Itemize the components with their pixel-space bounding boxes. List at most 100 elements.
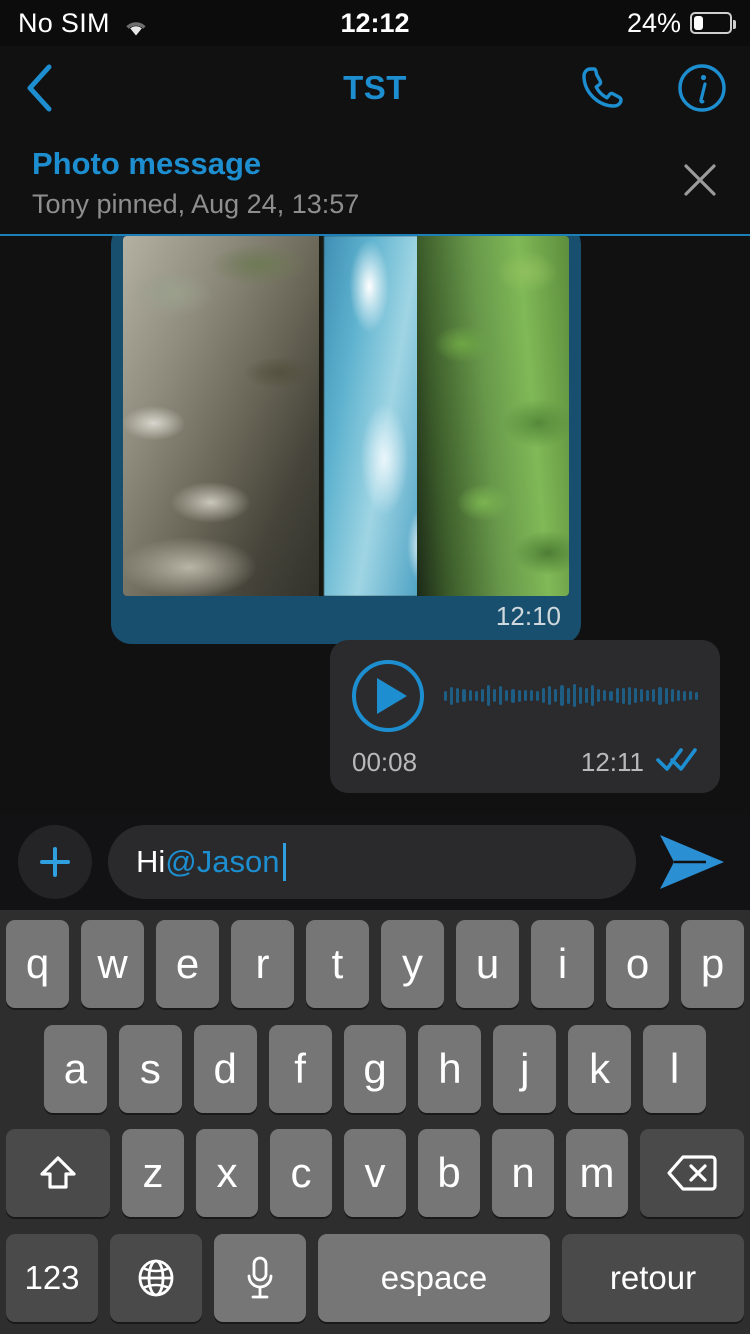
waveform-bar xyxy=(566,687,570,704)
send-icon[interactable] xyxy=(652,825,732,899)
photo-region-rock xyxy=(123,235,342,596)
keyboard-row-1: qwertyuiop xyxy=(6,920,744,1008)
key-j[interactable]: j xyxy=(493,1024,557,1113)
waveform-bar xyxy=(627,686,631,705)
key-i[interactable]: i xyxy=(531,920,594,1008)
key-m[interactable]: m xyxy=(566,1129,628,1218)
waveform-bar xyxy=(523,690,527,702)
key-c[interactable]: c xyxy=(270,1129,332,1218)
waveform-bar xyxy=(591,685,595,706)
photo-region-vegetation xyxy=(417,235,569,596)
key-o[interactable]: o xyxy=(606,920,669,1008)
waveform-bar xyxy=(493,688,497,703)
message-timestamp: 12:10 xyxy=(495,601,561,632)
key-z[interactable]: z xyxy=(122,1129,184,1218)
waveform-bar xyxy=(603,689,607,702)
waveform-bar xyxy=(468,689,472,702)
key-d[interactable]: d xyxy=(193,1024,257,1113)
waveform-bar xyxy=(640,688,644,703)
close-icon[interactable] xyxy=(672,152,728,208)
key-e[interactable]: e xyxy=(156,920,219,1008)
double-check-icon xyxy=(656,746,698,779)
key-p[interactable]: p xyxy=(681,920,744,1008)
pinned-message-banner[interactable]: Photo message Tony pinned, Aug 24, 13:57 xyxy=(0,130,750,236)
key-y[interactable]: y xyxy=(381,920,444,1008)
message-bubble-voice[interactable]: 00:08 12:11 xyxy=(330,639,720,793)
plus-icon[interactable] xyxy=(18,825,92,899)
shift-up-icon[interactable] xyxy=(6,1129,110,1218)
keyboard-row-3-letters: zxcvbnm xyxy=(122,1129,628,1218)
on-screen-keyboard[interactable]: qwertyuiop asdfghjkl zxcvbnm 123 espace … xyxy=(0,910,750,1334)
waveform-bar xyxy=(572,684,576,707)
waveform-bar xyxy=(682,690,686,701)
waveform-bar xyxy=(676,689,680,702)
voice-player xyxy=(352,659,698,732)
key-b[interactable]: b xyxy=(418,1129,480,1218)
pinned-message-title: Photo message xyxy=(32,146,262,181)
phone-icon[interactable] xyxy=(576,62,628,114)
keyboard-row-2: asdfghjkl xyxy=(6,1024,744,1113)
message-input-bar: Hi @Jason xyxy=(0,814,750,910)
waveform-bar xyxy=(444,690,448,701)
wifi-icon xyxy=(122,13,150,35)
key-f[interactable]: f xyxy=(268,1024,332,1113)
waveform-bar xyxy=(621,687,625,704)
key-t[interactable]: t xyxy=(306,920,369,1008)
waveform-bar xyxy=(456,688,460,704)
photo-attachment[interactable] xyxy=(123,235,569,596)
globe-icon[interactable] xyxy=(110,1233,202,1322)
microphone-icon[interactable] xyxy=(214,1233,306,1322)
key-n[interactable]: n xyxy=(492,1129,554,1218)
waveform-bar xyxy=(499,686,503,706)
waveform-bar xyxy=(652,689,656,703)
numbers-key[interactable]: 123 xyxy=(6,1233,98,1322)
play-icon[interactable] xyxy=(352,659,424,732)
voice-meta: 00:08 12:11 xyxy=(352,746,698,779)
space-key[interactable]: espace xyxy=(318,1233,550,1322)
keyboard-row-4: 123 espace retour xyxy=(6,1233,744,1322)
message-input[interactable]: Hi @Jason xyxy=(108,825,636,899)
message-list[interactable]: 12:10 00:08 12:11 xyxy=(0,235,750,814)
nav-bar-actions xyxy=(576,62,728,114)
battery-percent-label: 24% xyxy=(626,7,681,38)
key-a[interactable]: a xyxy=(44,1024,107,1113)
pinned-message-subtitle: Tony pinned, Aug 24, 13:57 xyxy=(32,188,360,219)
key-w[interactable]: w xyxy=(81,920,144,1008)
key-r[interactable]: r xyxy=(231,920,294,1008)
info-circle-icon[interactable] xyxy=(676,62,728,114)
message-timestamp: 12:11 xyxy=(580,746,644,777)
waveform-bar xyxy=(474,690,478,701)
return-key[interactable]: retour xyxy=(562,1233,744,1322)
message-bubble-photo[interactable]: 12:10 xyxy=(111,235,581,644)
key-v[interactable]: v xyxy=(344,1129,406,1218)
input-text-prefix: Hi xyxy=(136,844,166,879)
key-k[interactable]: k xyxy=(568,1024,632,1113)
waveform-bar xyxy=(633,688,637,704)
waveform-bar xyxy=(670,688,674,703)
key-g[interactable]: g xyxy=(343,1024,407,1113)
waveform-bar xyxy=(529,689,533,702)
waveform-bar xyxy=(505,689,509,702)
voice-waveform[interactable] xyxy=(444,679,698,713)
key-l[interactable]: l xyxy=(643,1024,707,1113)
back-button[interactable] xyxy=(22,60,58,116)
waveform-bar xyxy=(689,691,693,701)
status-bar-right: 24% xyxy=(626,7,736,39)
waveform-bar xyxy=(517,689,521,702)
status-bar-left: No SIM xyxy=(18,8,150,39)
key-u[interactable]: u xyxy=(456,920,519,1008)
key-h[interactable]: h xyxy=(418,1024,482,1113)
backspace-icon[interactable] xyxy=(640,1129,744,1218)
key-q[interactable]: q xyxy=(6,920,69,1008)
key-x[interactable]: x xyxy=(196,1129,258,1218)
waveform-bar xyxy=(584,688,588,704)
waveform-bar xyxy=(554,688,558,703)
waveform-bar xyxy=(535,690,539,701)
text-cursor xyxy=(283,843,287,881)
status-bar: No SIM 12:12 24% xyxy=(0,0,750,46)
chat-screen: No SIM 12:12 24% TST Photo message Tony … xyxy=(0,0,750,1334)
key-s[interactable]: s xyxy=(118,1024,182,1113)
carrier-label: No SIM xyxy=(18,7,110,38)
waveform-bar xyxy=(542,688,546,704)
battery-icon xyxy=(690,12,736,34)
